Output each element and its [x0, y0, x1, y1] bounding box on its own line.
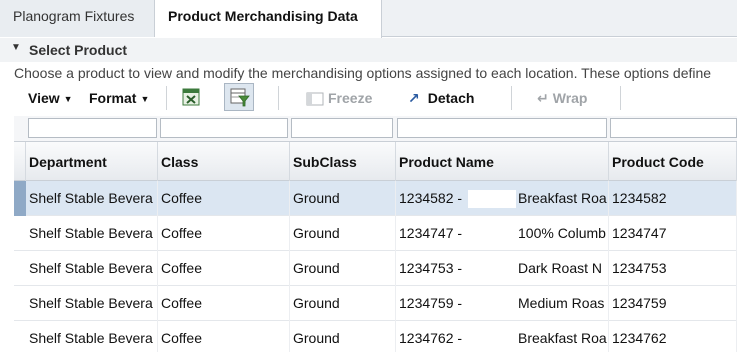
export-excel-button[interactable]: [176, 83, 206, 111]
product-name-cell: 1234762 - Breakfast Roa: [396, 321, 609, 352]
product-description: Medium Roas: [518, 295, 605, 311]
query-by-example-button[interactable]: [224, 83, 254, 111]
view-menu[interactable]: View ▼: [28, 86, 73, 110]
table-row[interactable]: Shelf Stable Bevera Coffee Ground 123458…: [14, 181, 737, 216]
toolbar-separator: [278, 86, 279, 110]
wrap-button[interactable]: ↵ Wrap: [537, 86, 587, 110]
product-name-cell: 1234747 - 100% Columb: [396, 216, 609, 251]
section-description: Choose a product to view and modify the …: [14, 65, 712, 81]
row-selection-marker: [14, 251, 26, 286]
department-cell: Shelf Stable Bevera: [26, 216, 158, 251]
detach-icon: ↗: [408, 90, 420, 106]
column-header-class[interactable]: Class: [158, 142, 290, 182]
subclass-cell: Ground: [290, 286, 396, 321]
class-cell: Coffee: [158, 286, 290, 321]
product-description: Breakfast Roa: [518, 190, 607, 206]
department-cell: Shelf Stable Bevera: [26, 251, 158, 286]
product-description: Dark Roast N: [518, 260, 603, 276]
product-number: 1234762 -: [399, 330, 463, 346]
toolbar-separator: [620, 86, 621, 110]
subclass-cell: Ground: [290, 216, 396, 251]
product-name-cell: 1234753 - Dark Roast N: [396, 251, 609, 286]
product-number: 1234582 -: [399, 190, 463, 206]
product-code-cell: 1234582: [609, 181, 737, 216]
view-menu-label: View: [28, 90, 60, 106]
grid-header-row: Department Class SubClass Product Name P…: [14, 141, 737, 182]
format-menu[interactable]: Format ▼: [89, 86, 149, 110]
subclass-cell: Ground: [290, 321, 396, 352]
product-code-cell: 1234762: [609, 321, 737, 352]
table-row[interactable]: Shelf Stable Bevera Coffee Ground 123474…: [14, 216, 737, 251]
row-header-corner: [14, 142, 26, 182]
product-code-cell: 1234753: [609, 251, 737, 286]
product-number: 1234753 -: [399, 260, 463, 276]
wrap-label: Wrap: [552, 90, 588, 106]
table-row[interactable]: Shelf Stable Bevera Coffee Ground 123475…: [14, 286, 737, 321]
product-code-cell: 1234759: [609, 286, 737, 321]
row-selection-marker: [14, 321, 26, 352]
query-by-example-icon: [230, 88, 250, 107]
freeze-button[interactable]: Freeze: [306, 86, 372, 110]
detach-label: Detach: [427, 90, 475, 106]
format-menu-label: Format: [89, 90, 137, 106]
detach-button[interactable]: ↗ Detach: [408, 86, 474, 110]
chevron-down-icon: ▼: [63, 94, 73, 105]
table-row[interactable]: Shelf Stable Bevera Coffee Ground 123476…: [14, 321, 737, 352]
column-header-department[interactable]: Department: [26, 142, 158, 182]
class-cell: Coffee: [158, 181, 290, 216]
wrap-icon: ↵: [537, 90, 549, 106]
export-excel-icon: [182, 88, 200, 106]
grid-toolbar: View ▼ Format ▼ Freeze ↗ Detach ↵ Wrap: [14, 82, 737, 114]
column-header-product-code[interactable]: Product Code: [609, 142, 737, 182]
tab-bar: Planogram Fixtures Product Merchandising…: [0, 0, 737, 38]
class-filter-input[interactable]: [160, 118, 288, 138]
collapse-chevron-icon[interactable]: ▼: [11, 42, 21, 53]
filter-row: [14, 116, 737, 141]
chevron-down-icon: ▼: [140, 94, 150, 105]
row-selection-marker: [14, 216, 26, 251]
product-name-cell: 1234759 - Medium Roas: [396, 286, 609, 321]
product-code-filter-input[interactable]: [610, 118, 737, 138]
redacted-block: [468, 190, 517, 209]
class-cell: Coffee: [158, 321, 290, 352]
product-number: 1234759 -: [399, 295, 463, 311]
section-title: Select Product: [29, 42, 128, 58]
select-product-section-header[interactable]: ▼ Select Product: [0, 38, 737, 62]
product-name-filter-input[interactable]: [397, 118, 607, 138]
toolbar-separator: [166, 86, 167, 110]
product-code-cell: 1234747: [609, 216, 737, 251]
product-number: 1234747 -: [399, 225, 463, 241]
class-cell: Coffee: [158, 216, 290, 251]
subclass-cell: Ground: [290, 181, 396, 216]
freeze-icon: [306, 92, 324, 106]
product-name-cell: 1234582 - Breakfast Roa: [396, 181, 609, 216]
row-selection-marker: [14, 181, 26, 216]
department-filter-input[interactable]: [28, 118, 157, 138]
column-header-subclass[interactable]: SubClass: [290, 142, 396, 182]
department-cell: Shelf Stable Bevera: [26, 321, 158, 352]
tab-planogram-fixtures[interactable]: Planogram Fixtures: [0, 0, 155, 37]
toolbar-separator: [511, 86, 512, 110]
product-grid: Department Class SubClass Product Name P…: [14, 116, 737, 352]
tab-product-merchandising-data[interactable]: Product Merchandising Data: [155, 0, 382, 38]
class-cell: Coffee: [158, 251, 290, 286]
freeze-label: Freeze: [328, 90, 373, 106]
column-header-product-name[interactable]: Product Name: [396, 142, 609, 182]
subclass-cell: Ground: [290, 251, 396, 286]
subclass-filter-input[interactable]: [291, 118, 393, 138]
department-cell: Shelf Stable Bevera: [26, 286, 158, 321]
table-row[interactable]: Shelf Stable Bevera Coffee Ground 123475…: [14, 251, 737, 286]
product-description: Breakfast Roa: [518, 330, 607, 346]
product-description: 100% Columb: [518, 225, 606, 241]
department-cell: Shelf Stable Bevera: [26, 181, 158, 216]
row-selection-marker: [14, 286, 26, 321]
grid-left-gutter: [0, 116, 14, 352]
